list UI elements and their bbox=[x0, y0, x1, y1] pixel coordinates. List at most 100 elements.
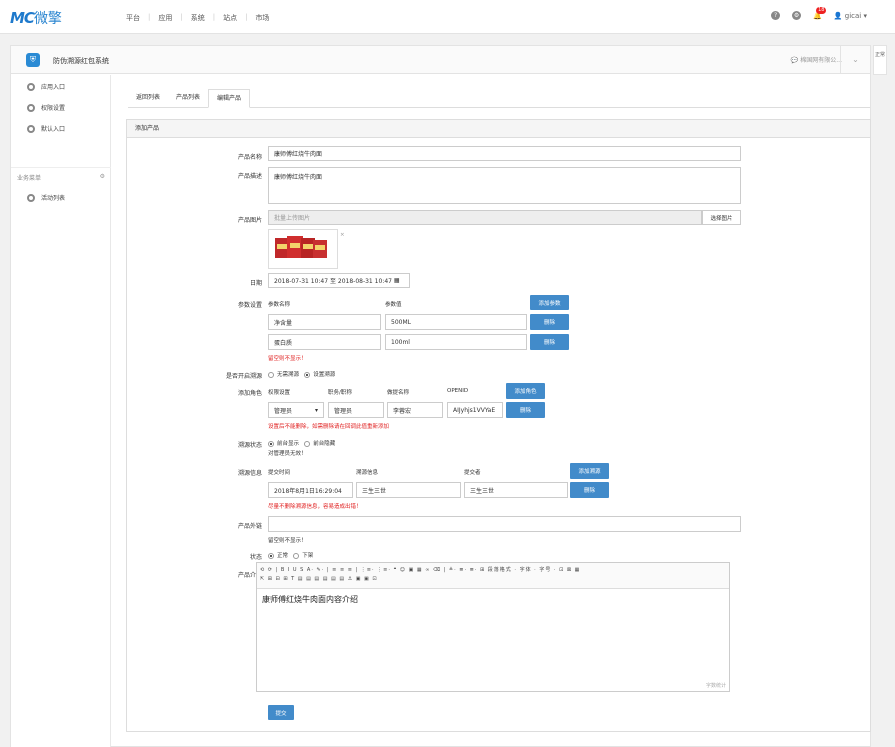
calendar-icon: ▦ bbox=[393, 277, 400, 284]
sidebar-item-default-entry[interactable]: 默认入口 bbox=[27, 124, 65, 133]
tab-product-list[interactable]: 产品列表 bbox=[168, 89, 208, 107]
rich-text-editor[interactable]: ⟲ ⟳ | B I U S A· ✎· | ≡ ≡ ≡ | ⋮≡· ⋮≡· ❝ … bbox=[256, 562, 730, 692]
submit-button[interactable]: 提交 bbox=[268, 705, 294, 720]
radio-front-show[interactable]: 前台显示 bbox=[268, 440, 300, 447]
editor-content[interactable]: 康师傅红烧牛肉面内容介绍 bbox=[257, 589, 729, 610]
delete-param-button[interactable]: 删除 bbox=[530, 314, 569, 330]
product-name-input[interactable]: 康师傅红烧牛肉面 bbox=[268, 146, 741, 161]
product-desc-textarea[interactable]: 康师傅红烧牛肉面 bbox=[268, 167, 741, 204]
radio-checked-icon bbox=[268, 552, 274, 559]
select-value: 管理员 bbox=[274, 407, 293, 415]
radio-front-hide[interactable]: 前台隐藏 bbox=[304, 440, 336, 447]
radio-label: 无需溯源 bbox=[277, 372, 300, 378]
nav-system[interactable]: 系统 bbox=[185, 13, 211, 23]
gear-icon bbox=[27, 124, 35, 133]
image-placeholder: 批量上传图片 bbox=[274, 215, 311, 222]
role-header-name: 做提名称 bbox=[387, 390, 410, 396]
chevron-down-icon: ▾ bbox=[863, 11, 867, 20]
trace-time-input[interactable]: 2018年8月1日16:29:04 bbox=[268, 482, 353, 498]
sidebar-group-label: 业务菜单 bbox=[17, 175, 42, 182]
param-name-header: 参数名称 bbox=[268, 302, 291, 308]
radio-status-off[interactable]: 下架 bbox=[293, 552, 314, 559]
product-link-input[interactable] bbox=[268, 516, 741, 532]
role-permission-select[interactable]: 管理员 ▾ bbox=[268, 402, 324, 418]
editor-toolbar-row[interactable]: ⇱ ⊞ ⊟ ⊞ T ▤ ▤ ▤ ▤ ▤ ▤ ⚓ ▣ ▣ ⊡ bbox=[260, 575, 726, 584]
noodle-cups-image bbox=[275, 236, 327, 258]
notification-count-badge: 18 bbox=[816, 6, 827, 14]
account-switcher[interactable]: 💬 棉国网有限公... bbox=[791, 55, 842, 64]
trace-info-label: 溯源信息 bbox=[237, 470, 262, 477]
role-openid-input[interactable]: AIJyhjs1VVYaE bbox=[447, 402, 503, 418]
image-upload-input[interactable]: 批量上传图片 bbox=[268, 210, 702, 225]
radio-label: 正常 bbox=[277, 553, 289, 559]
logo-text: MC bbox=[10, 9, 35, 27]
shield-icon: ⛨ bbox=[26, 53, 40, 67]
sidebar-item-label: 默认入口 bbox=[41, 126, 66, 133]
notification-bell-icon[interactable]: 🔔 18 bbox=[813, 6, 827, 20]
tab-back-to-list[interactable]: 返回列表 bbox=[128, 89, 168, 107]
radio-set-trace[interactable]: 设置溯源 bbox=[304, 371, 335, 378]
sidebar-item-label: 活动列表 bbox=[41, 195, 66, 202]
params-label: 参数设置 bbox=[237, 302, 262, 309]
param-value-input[interactable]: 100ml bbox=[385, 334, 527, 350]
trace-hint: 尽量不删除溯源信息，容易造成出错！ bbox=[268, 504, 362, 510]
sidebar-item-activity-list[interactable]: 活动列表 bbox=[27, 193, 65, 202]
image-label: 产品图片 bbox=[237, 217, 262, 224]
radio-no-trace[interactable]: 无需溯源 bbox=[268, 371, 300, 378]
app-header: ⛨ 防伪溯源红包系统 💬 棉国网有限公... ⌄ bbox=[11, 46, 870, 74]
radio-icon bbox=[304, 440, 311, 447]
user-icon: 👤 bbox=[833, 11, 843, 20]
date-label: 日期 bbox=[249, 280, 262, 287]
param-name-input[interactable]: 净含量 bbox=[268, 314, 381, 330]
add-param-button[interactable]: 添加参数 bbox=[530, 295, 569, 310]
account-name: 棉国网有限公... bbox=[800, 57, 842, 64]
radio-label: 下架 bbox=[302, 553, 314, 559]
add-trace-button[interactable]: 添加溯源 bbox=[570, 463, 609, 479]
trace-open-label: 是否开启溯源 bbox=[225, 373, 262, 380]
param-value-input[interactable]: 500ML bbox=[385, 314, 527, 330]
radio-checked-icon bbox=[304, 371, 311, 378]
add-role-button[interactable]: 添加角色 bbox=[506, 383, 545, 399]
radio-label: 前台隐藏 bbox=[313, 441, 336, 447]
role-title-input[interactable]: 管理员 bbox=[328, 402, 384, 418]
settings-icon[interactable]: ⚙ bbox=[792, 11, 802, 20]
delete-image-icon[interactable]: × bbox=[340, 232, 345, 238]
editor-toolbar[interactable]: ⟲ ⟳ | B I U S A· ✎· | ≡ ≡ ≡ | ⋮≡· ⋮≡· ❝ … bbox=[257, 563, 729, 589]
delete-role-button[interactable]: 删除 bbox=[506, 402, 545, 418]
role-name-input[interactable]: 李蓉宏 bbox=[387, 402, 443, 418]
delete-param-button[interactable]: 删除 bbox=[530, 334, 569, 350]
choose-image-button[interactable]: 选择图片 bbox=[702, 210, 741, 225]
nav-apps[interactable]: 应用 bbox=[152, 13, 178, 23]
editor-toolbar-row[interactable]: ⟲ ⟳ | B I U S A· ✎· | ≡ ≡ ≡ | ⋮≡· ⋮≡· ❝ … bbox=[260, 566, 726, 575]
delete-trace-button[interactable]: 删除 bbox=[570, 482, 609, 498]
product-thumbnail[interactable] bbox=[268, 229, 338, 269]
radio-checked-icon bbox=[268, 440, 274, 447]
side-float-tab[interactable]: 正常 bbox=[873, 45, 887, 75]
date-range-value: 2018-07-31 10:47 至 2018-08-31 10:47 bbox=[274, 278, 392, 285]
nav-site[interactable]: 站点 bbox=[217, 13, 243, 23]
radio-status-normal[interactable]: 正常 bbox=[268, 552, 289, 559]
trace-info-input[interactable]: 三生三世 bbox=[356, 482, 461, 498]
chevron-down-icon: ▾ bbox=[314, 406, 318, 414]
user-menu[interactable]: 👤 gicai ▾ bbox=[834, 12, 867, 20]
help-icon[interactable]: ? bbox=[771, 11, 781, 20]
nav-market[interactable]: 市场 bbox=[249, 13, 275, 23]
role-label: 添加角色 bbox=[237, 390, 262, 397]
radio-label: 前台显示 bbox=[277, 441, 300, 447]
role-hint: 设置后不能删除，如需删除请在回调此值重新添加 bbox=[268, 424, 390, 430]
logo-cn-text: 微擎 bbox=[33, 11, 62, 27]
top-navbar: MC微擎 平台 | 应用 | 系统 | 站点 | 市场 ? ⚙ 🔔 18 👤 gicai … bbox=[0, 0, 895, 34]
nav-platform[interactable]: 平台 bbox=[120, 13, 146, 23]
chevron-down-icon[interactable]: ⌄ bbox=[840, 46, 870, 74]
date-range-input[interactable]: 2018-07-31 10:47 至 2018-08-31 10:47 ▦ bbox=[268, 273, 410, 288]
tab-edit-product[interactable]: 编辑产品 bbox=[208, 89, 251, 108]
top-right-tools: ? ⚙ 🔔 18 👤 gicai ▾ bbox=[771, 6, 867, 20]
sidebar-item-permissions[interactable]: 权限设置 bbox=[27, 103, 65, 112]
sidebar-divider bbox=[11, 167, 111, 168]
trace-submitter-input[interactable]: 三生三世 bbox=[464, 482, 568, 498]
param-name-input[interactable]: 蛋白质 bbox=[268, 334, 381, 350]
gear-icon[interactable]: ⚙ bbox=[100, 173, 105, 180]
sidebar-item-app-entry[interactable]: 应用入口 bbox=[27, 82, 65, 91]
trace-open-radio-group: 无需溯源 设置溯源 bbox=[268, 370, 335, 378]
logo[interactable]: MC微擎 bbox=[10, 8, 62, 28]
